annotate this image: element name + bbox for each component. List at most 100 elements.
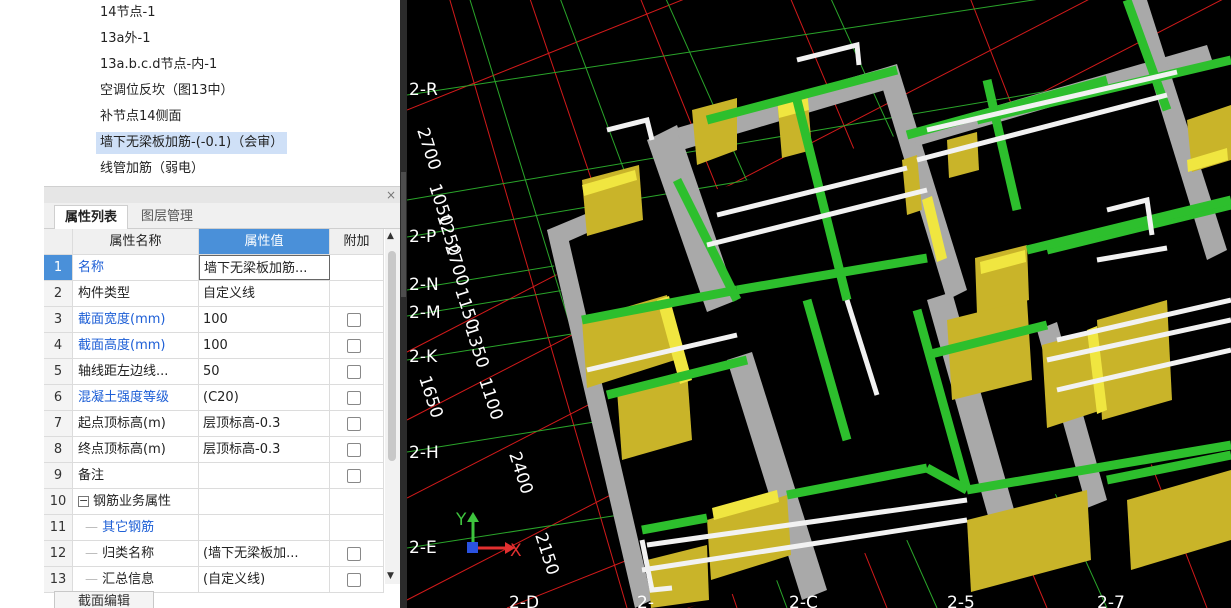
property-row[interactable]: 6 混凝土强度等级 (C20): [44, 385, 384, 411]
property-name: 轴线距左边线...: [73, 359, 199, 384]
property-extra: [330, 281, 384, 306]
extra-checkbox[interactable]: [347, 313, 361, 327]
extra-checkbox[interactable]: [347, 417, 361, 431]
tree-item[interactable]: 空调位反坎（图13中）: [96, 80, 238, 102]
tree-line-icon: —: [85, 520, 103, 535]
property-name: 混凝土强度等级: [73, 385, 199, 410]
extra-checkbox[interactable]: [347, 443, 361, 457]
property-value[interactable]: [199, 489, 330, 514]
property-name-text: 备注: [78, 468, 105, 483]
property-row[interactable]: 12— 归类名称 (墙下无梁板加...: [44, 541, 384, 567]
row-number: 1: [44, 255, 73, 280]
property-extra: [330, 307, 384, 332]
property-extra: [330, 411, 384, 436]
scroll-thumb[interactable]: [388, 251, 396, 461]
axis-label: 2-M: [409, 303, 441, 323]
property-row[interactable]: 3 截面宽度(mm) 100: [44, 307, 384, 333]
close-icon[interactable]: ×: [386, 187, 396, 203]
axis-label: 2-D: [509, 593, 539, 608]
header-num: [44, 229, 73, 254]
property-name: 终点顶标高(m): [73, 437, 199, 462]
extra-checkbox[interactable]: [347, 547, 361, 561]
property-row[interactable]: 5 轴线距左边线... 50: [44, 359, 384, 385]
property-value[interactable]: 层顶标高-0.3: [199, 437, 330, 462]
row-number: 4: [44, 333, 73, 358]
header-name: 属性名称: [73, 229, 199, 254]
property-extra: [330, 567, 384, 592]
property-extra: [330, 541, 384, 566]
extra-checkbox[interactable]: [347, 391, 361, 405]
property-row[interactable]: 11— 其它钢筋: [44, 515, 384, 541]
panel-splitter[interactable]: [400, 0, 407, 608]
property-name-text: 轴线距左边线...: [78, 364, 169, 379]
row-number: 13: [44, 567, 73, 592]
property-name-text: 其它钢筋: [102, 520, 155, 535]
3d-model-canvas[interactable]: 2-R 2-P 2-N 2-M 2-K 2-H 2-E 2-D 2- 2-C 2…: [407, 0, 1231, 608]
property-value[interactable]: (自定义线): [199, 567, 330, 592]
property-value[interactable]: (墙下无梁板加...: [199, 541, 330, 566]
building-model[interactable]: [547, 0, 1231, 608]
tree-item[interactable]: 补节点14侧面: [96, 106, 186, 128]
property-value[interactable]: [199, 515, 330, 540]
property-value[interactable]: 50: [199, 359, 330, 384]
extra-checkbox[interactable]: [347, 365, 361, 379]
property-extra: [330, 437, 384, 462]
row-number: 7: [44, 411, 73, 436]
dimension-label: 1350: [460, 323, 492, 370]
3d-viewport[interactable]: 2-R 2-P 2-N 2-M 2-K 2-H 2-E 2-D 2- 2-C 2…: [407, 0, 1231, 608]
property-row[interactable]: 13 — 汇总信息 (自定义线): [44, 567, 384, 593]
tab-layer-management[interactable]: 图层管理: [131, 205, 203, 229]
collapse-icon[interactable]: −: [78, 495, 89, 507]
tree-line-icon: —: [85, 546, 103, 561]
scroll-down-icon[interactable]: ▼: [387, 571, 394, 581]
property-name: 名称: [73, 255, 199, 280]
property-name: 截面宽度(mm): [73, 307, 199, 332]
gizmo-x-label: X: [510, 541, 522, 561]
tree-item-selected[interactable]: 墙下无梁板加筋-(-0.1)（会审）: [96, 132, 288, 154]
tab-property-list[interactable]: 属性列表: [54, 205, 129, 229]
property-value[interactable]: 100: [199, 307, 330, 332]
property-row[interactable]: 9 备注: [44, 463, 384, 489]
tree-item[interactable]: 13a外-1: [96, 28, 154, 50]
left-panel: 14节点-1 13a外-1 13a.b.c.d节点-内-1 空调位反坎（图13中…: [0, 0, 406, 608]
scroll-up-icon[interactable]: ▲: [387, 231, 394, 241]
property-row[interactable]: 1 名称 墙下无梁板加筋...: [44, 255, 384, 281]
axis-label: 2-5: [947, 593, 975, 608]
property-extra: [330, 255, 384, 280]
property-grid-header: 属性名称 属性值 附加: [44, 229, 384, 255]
property-name: 截面高度(mm): [73, 333, 199, 358]
property-value[interactable]: (C20): [199, 385, 330, 410]
property-extra: [330, 463, 384, 488]
property-name-text: 钢筋业务属性: [93, 494, 172, 509]
axis-label: 2-: [637, 593, 654, 608]
splitter-grip[interactable]: [401, 172, 406, 297]
property-name: 备注: [73, 463, 199, 488]
property-row[interactable]: 8 终点顶标高(m) 层顶标高-0.3: [44, 437, 384, 463]
property-value[interactable]: 自定义线: [199, 281, 330, 306]
axis-label: 2-H: [409, 443, 439, 463]
axis-label: 2-R: [409, 80, 438, 100]
tree-item[interactable]: 14节点-1: [96, 2, 160, 24]
property-name-text: 起点顶标高(m): [78, 416, 166, 431]
extra-checkbox[interactable]: [347, 469, 361, 483]
extra-checkbox[interactable]: [347, 339, 361, 353]
property-value[interactable]: 墙下无梁板加筋...: [199, 255, 330, 280]
property-value[interactable]: [199, 463, 330, 488]
property-row[interactable]: 2 构件类型 自定义线: [44, 281, 384, 307]
tree-item[interactable]: 13a.b.c.d节点-内-1: [96, 54, 221, 76]
property-name-text: 汇总信息: [102, 572, 155, 587]
axis-label: 2-E: [409, 538, 437, 558]
row-number: 2: [44, 281, 73, 306]
property-value[interactable]: 层顶标高-0.3: [199, 411, 330, 436]
section-edit-button[interactable]: 截面编辑: [54, 591, 154, 608]
tree-item[interactable]: 线管加筋（弱电）: [96, 158, 208, 180]
property-name-text: 归类名称: [102, 546, 155, 561]
property-value[interactable]: 100: [199, 333, 330, 358]
row-number: 8: [44, 437, 73, 462]
tree-line-icon: —: [85, 572, 103, 587]
extra-checkbox[interactable]: [347, 573, 361, 587]
property-row[interactable]: 10− 钢筋业务属性: [44, 489, 384, 515]
property-row[interactable]: 7 起点顶标高(m) 层顶标高-0.3: [44, 411, 384, 437]
property-row[interactable]: 4 截面高度(mm) 100: [44, 333, 384, 359]
property-scrollbar[interactable]: ▲ ▼: [385, 229, 400, 584]
